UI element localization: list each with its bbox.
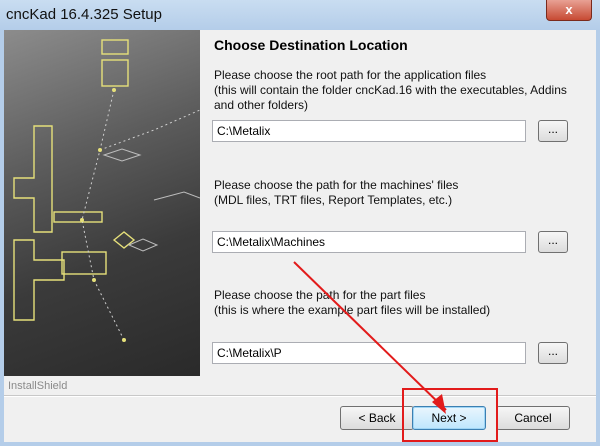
window-title: cncKad 16.4.325 Setup: [6, 6, 162, 23]
footer-separator: [4, 395, 596, 397]
parts-path-browse-button[interactable]: ...: [538, 342, 568, 364]
page-heading: Choose Destination Location: [214, 37, 408, 53]
sidebar-image: [4, 30, 200, 376]
sheet-metal-illustration: [13, 39, 200, 342]
root-path-description: Please choose the root path for the appl…: [214, 68, 567, 112]
close-button[interactable]: x: [546, 0, 592, 21]
installshield-label: InstallShield: [8, 380, 68, 392]
machines-path-browse-button[interactable]: ...: [538, 231, 568, 253]
machines-path-field[interactable]: C:\Metalix\Machines: [212, 231, 526, 253]
parts-path-description: Please choose the path for the part file…: [214, 288, 491, 317]
cancel-button[interactable]: Cancel: [496, 406, 570, 430]
parts-path-field[interactable]: C:\Metalix\P: [212, 342, 526, 364]
root-path-field[interactable]: C:\Metalix: [212, 120, 526, 142]
close-icon: x: [565, 2, 573, 17]
title-bar: cncKad 16.4.325 Setup x: [0, 0, 600, 30]
root-path-browse-button[interactable]: ...: [538, 120, 568, 142]
machines-path-description: Please choose the path for the machines'…: [214, 178, 459, 207]
next-highlight-box: [402, 388, 498, 442]
